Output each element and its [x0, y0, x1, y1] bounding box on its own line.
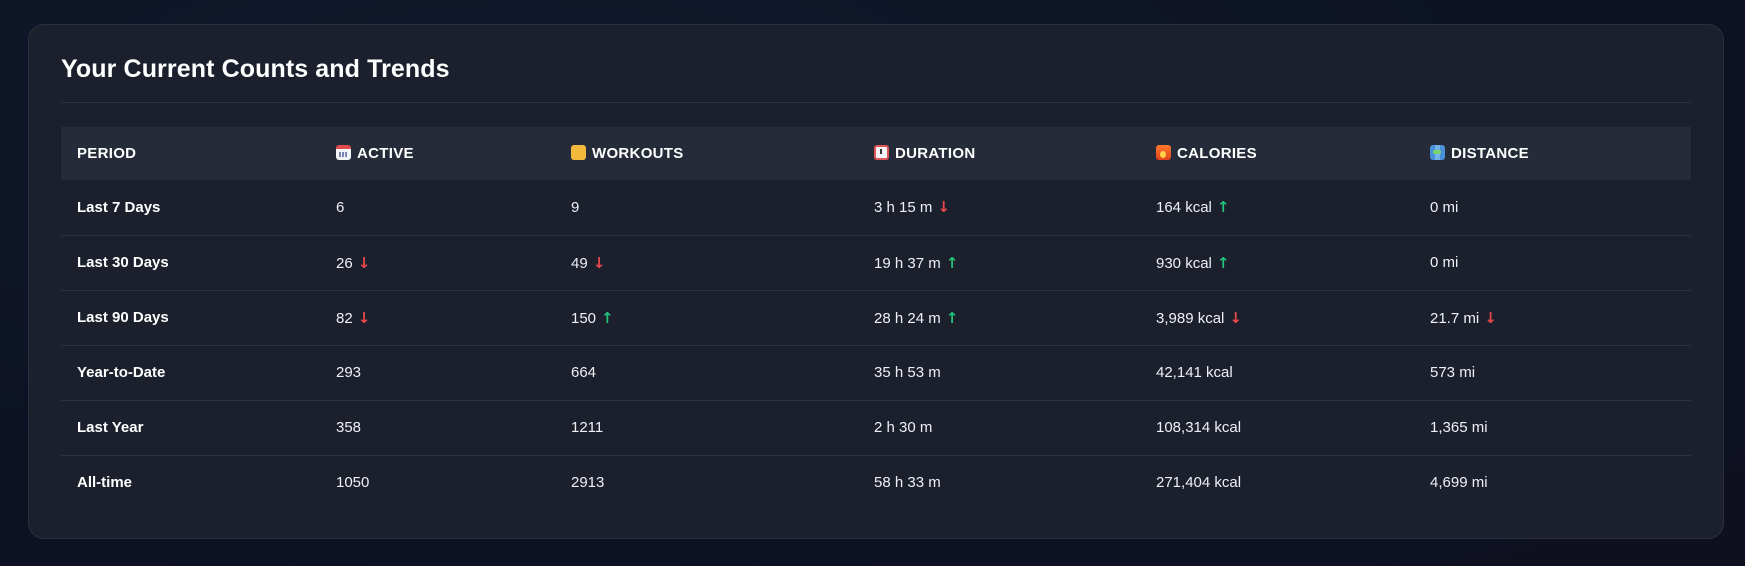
fire-icon: [1156, 145, 1171, 160]
trend-down-icon: ↓: [1484, 308, 1497, 327]
cell-active: 293: [336, 364, 362, 381]
table-header-row: Period Active Workouts Duration Calories…: [61, 127, 1691, 180]
cell-duration: 28 h 24 m ↑: [874, 308, 959, 327]
cell-distance: 0 mi: [1430, 254, 1459, 271]
table-row: Last 7 Days 6 9 3 h 15 m ↓ 164 kcal ↑ 0 mi: [61, 180, 1691, 235]
cell-workouts: 150 ↑: [571, 308, 614, 327]
map-icon: [1430, 145, 1445, 160]
cell-period: All-time: [77, 474, 133, 492]
trend-down-icon: ↓: [357, 308, 371, 327]
trend-down-icon: ↓: [357, 253, 371, 272]
stats-table: Period Active Workouts Duration Calories…: [61, 127, 1691, 510]
trend-up-icon: ↑: [601, 308, 614, 327]
cell-duration: 19 h 37 m ↑: [874, 253, 959, 272]
table-row: Year-to-Date 293 664 35 h 53 m 42,141 kc…: [61, 345, 1691, 400]
calendar-icon: [336, 145, 351, 160]
cell-calories: 42,141 kcal: [1156, 364, 1233, 381]
cell-calories: 108,314 kcal: [1156, 419, 1242, 436]
column-header-active: Active: [320, 127, 555, 180]
cell-active: 1050: [336, 474, 370, 492]
cell-period: Year-to-Date: [77, 364, 166, 381]
cell-active: 6: [336, 198, 345, 216]
table-row: Last Year 358 1211 2 h 30 m 108,314 kcal…: [61, 400, 1691, 455]
cell-distance: 1,365 mi: [1430, 419, 1488, 436]
cell-active: 26 ↓: [336, 253, 371, 272]
column-header-calories: Calories: [1140, 127, 1414, 180]
trend-up-icon: ↑: [945, 253, 959, 272]
table-row: Last 90 Days 82 ↓ 150 ↑ 28 h 24 m ↑ 3,989 k…: [61, 290, 1691, 345]
trend-up-icon: ↑: [945, 308, 959, 327]
column-header-duration: Duration: [858, 127, 1140, 180]
card-title: Your Current Counts and Trends: [61, 25, 1691, 103]
cell-workouts: 664: [571, 364, 597, 381]
flexed-biceps-icon: [571, 145, 586, 160]
cell-duration: 3 h 15 m ↓: [874, 198, 950, 217]
cell-distance: 4,699 mi: [1430, 474, 1488, 492]
cell-workouts: 9: [571, 198, 580, 216]
column-header-period: Period: [77, 145, 137, 162]
trend-down-icon: ↓: [592, 253, 606, 272]
cell-period: Last 7 Days: [77, 198, 161, 216]
cell-period: Last 30 Days: [77, 254, 169, 271]
column-header-distance: Distance: [1414, 127, 1691, 180]
cell-calories: 271,404 kcal: [1156, 474, 1242, 492]
cell-period: Last Year: [77, 419, 144, 436]
cell-distance: 0 mi: [1430, 198, 1459, 216]
cell-duration: 2 h 30 m: [874, 419, 933, 436]
cell-active: 358: [336, 419, 362, 436]
cell-calories: 930 kcal ↑: [1156, 253, 1230, 272]
trend-down-icon: ↓: [937, 198, 950, 217]
cell-duration: 58 h 33 m: [874, 474, 941, 492]
trend-down-icon: ↓: [1229, 308, 1242, 327]
cell-duration: 35 h 53 m: [874, 364, 941, 381]
trend-up-icon: ↑: [1216, 198, 1230, 217]
cell-distance: 573 mi: [1430, 364, 1476, 381]
cell-workouts: 49 ↓: [571, 253, 606, 272]
trend-up-icon: ↑: [1216, 253, 1230, 272]
cell-calories: 164 kcal ↑: [1156, 198, 1230, 217]
table-row: All-time 1050 2913 58 h 33 m 271,404 kca…: [61, 455, 1691, 510]
cell-period: Last 90 Days: [77, 309, 169, 326]
cell-workouts: 1211: [571, 419, 604, 436]
cell-distance: 21.7 mi ↓: [1430, 308, 1497, 327]
column-header-workouts: Workouts: [555, 127, 858, 180]
stats-card: Your Current Counts and Trends Period Ac…: [28, 24, 1724, 539]
alarm-clock-icon: [874, 145, 889, 160]
table-row: Last 30 Days 26 ↓ 49 ↓ 19 h 37 m ↑ 930 kcal…: [61, 235, 1691, 290]
cell-workouts: 2913: [571, 474, 605, 492]
cell-active: 82 ↓: [336, 308, 371, 327]
cell-calories: 3,989 kcal ↓: [1156, 308, 1242, 327]
